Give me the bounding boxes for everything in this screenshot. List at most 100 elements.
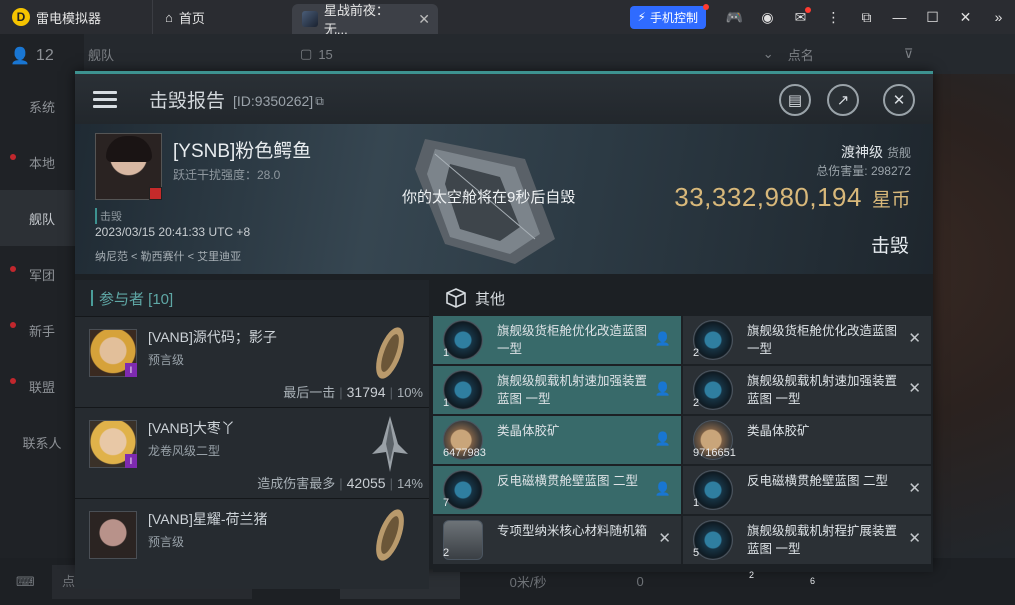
document-icon[interactable]: ▤: [779, 84, 811, 116]
report-id: [ID:9350262]: [233, 93, 314, 109]
avatar: Ⅰ: [89, 329, 137, 377]
sidebar-item-local[interactable]: 本地: [0, 134, 84, 190]
item-label: 反电磁横贯舱壁蓝图 二型: [747, 474, 888, 488]
destroyed-x-icon: ✕: [658, 530, 671, 547]
victim-portrait[interactable]: [95, 133, 162, 200]
share-icon[interactable]: ↗: [827, 84, 859, 116]
tab-game[interactable]: 星战前夜：无... ✕: [292, 3, 438, 37]
dropped-person-icon: 👤: [654, 481, 671, 496]
participant-name: [VANB]星耀-荷兰猪: [148, 511, 268, 527]
item-row[interactable]: 7 反电磁横贯舱壁蓝图 二型 👤: [433, 466, 681, 514]
item-row[interactable]: 9716651 类晶体胶矿: [683, 416, 931, 464]
item-row[interactable]: 6477983 类晶体胶矿 👤: [433, 416, 681, 464]
item-row[interactable]: 2 专项型纳米核心材料随机箱 ✕: [433, 516, 681, 564]
item-quantity: 6477983: [443, 447, 486, 459]
sidebar-item-rookie[interactable]: 新手: [0, 302, 84, 358]
expand-sidebar-icon[interactable]: »: [982, 9, 1015, 25]
participant-ship-icon: [372, 416, 408, 472]
cube-icon: [446, 288, 466, 308]
item-quantity: 9716651: [693, 447, 736, 459]
account-icon[interactable]: ◉: [751, 9, 784, 26]
avatar: Ⅰ: [89, 420, 137, 468]
item-label: 反电磁横贯舱壁蓝图 二型: [497, 474, 638, 488]
participant-row[interactable]: Ⅰ [VANB]源代码；影子 预言级 最后一击 | 31794 | 10%: [75, 316, 429, 407]
participant-stats: 造成伤害最多 | 42055 | 14%: [257, 475, 423, 491]
item-quantity: 5: [693, 547, 700, 559]
destroyed-x-icon: ✕: [908, 330, 921, 347]
sidebar-item-fleet[interactable]: 舰队: [0, 190, 84, 246]
sort-label[interactable]: 点名: [788, 45, 814, 64]
participant-ship: 龙卷风级二型: [148, 444, 221, 458]
destroyed-x-icon: ✕: [908, 380, 921, 397]
items-title: 其他: [475, 290, 506, 308]
item-quantity: 1: [693, 497, 700, 509]
kill-report-dialog: 击毁报告 [ID:9350262] ⧉ ▤ ↗ ✕ [YSNB]粉色鳄鱼 跃迁干…: [75, 71, 933, 589]
close-tab-icon[interactable]: ✕: [418, 11, 430, 28]
sidebar-item-system[interactable]: 系统: [0, 78, 84, 134]
sidebar-item-alliance[interactable]: 联盟: [0, 358, 84, 414]
tab-home-label: 首页: [178, 10, 205, 26]
kill-location[interactable]: 纳尼范 < 勒西赛什 < 艾里迪亚: [95, 248, 241, 264]
self-destruct-message: 你的太空舱将在9秒后自毁: [402, 189, 576, 206]
participants-panel: 参与者 [10] Ⅰ [VANB]源代码；影子 预言级 最后一击 | 31794 | 1…: [75, 280, 429, 589]
copy-icon[interactable]: ⧉: [315, 94, 324, 109]
participant-ship-icon: [376, 509, 404, 561]
fleet-count-icon: ▢: [300, 46, 313, 61]
phone-control-button[interactable]: ⚡ 手机控制: [629, 3, 709, 29]
item-quantity: 2: [443, 547, 450, 559]
channel-sidebar: 👤 12 系统 本地 舰队 军团 新手 联盟 联系人: [0, 34, 84, 605]
item-row[interactable]: 1 旗舰级舰载机射速加强装置蓝图 一型 👤: [433, 366, 681, 414]
items-panel: 其他 1 旗舰级货柜舱优化改造蓝图 一型 👤 2 旗舰级货柜舱优化改造蓝图 一型 ✕ 1 旗舰…: [433, 280, 933, 586]
warp-strength: 跃迁干扰强度：28.0: [173, 168, 281, 182]
restore-icon[interactable]: ⧉: [850, 9, 883, 26]
close-dialog-icon[interactable]: ✕: [883, 84, 915, 116]
victim-banner: [YSNB]粉色鳄鱼 跃迁干扰强度：28.0 击毁 2023/03/15 20:…: [75, 124, 933, 274]
maximize-icon[interactable]: ☐: [916, 9, 949, 26]
keyboard-icon[interactable]: ⌨: [16, 574, 35, 590]
item-row[interactable]: 5 旗舰级舰载机射程扩展装置蓝图 一型 ✕: [683, 516, 931, 564]
item-row[interactable]: 1 旗舰级货柜舱优化改造蓝图 一型 👤: [433, 316, 681, 364]
chevron-down-icon[interactable]: ⌄: [763, 46, 774, 62]
tab-home[interactable]: ⌂ 首页: [152, 0, 292, 34]
item-label: 类晶体胶矿: [497, 424, 560, 438]
result-label: 击毁: [870, 236, 909, 257]
isk-value: 33,332,980,194 星币: [674, 182, 911, 212]
app-logo: D 雷电模拟器: [0, 8, 152, 27]
sidebar-item-contacts[interactable]: 联系人: [0, 414, 84, 470]
participant-row[interactable]: Ⅰ [VANB]大枣丫 龙卷风级二型 造成伤害最多 | 42055 | 14%: [75, 407, 429, 498]
lightning-icon: ⚡: [637, 10, 646, 24]
item-label: 旗舰级货柜舱优化改造蓝图 一型: [497, 324, 648, 356]
items-header: 其他: [433, 280, 933, 316]
game-icon: [302, 11, 318, 27]
item-row[interactable]: 2 旗舰级舰载机射速加强装置蓝图 一型 ✕: [683, 366, 931, 414]
victim-name[interactable]: [YSNB]粉色鳄鱼: [173, 136, 311, 163]
item-quantity: 2: [693, 397, 700, 409]
participant-row[interactable]: [VANB]星耀-荷兰猪 预言级: [75, 498, 429, 589]
destroyed-x-icon: ✕: [908, 480, 921, 497]
minimize-icon[interactable]: —: [883, 9, 916, 25]
filter-icon[interactable]: ⊽: [904, 46, 914, 62]
menu-dots-icon[interactable]: ⋮: [817, 9, 850, 26]
kill-label: 击毁: [95, 208, 122, 224]
online-count-value: 12: [35, 47, 54, 64]
item-row[interactable]: 1 反电磁横贯舱壁蓝图 二型 ✕: [683, 466, 931, 514]
close-window-icon[interactable]: ✕: [949, 9, 982, 26]
sidebar-item-corp[interactable]: 军团: [0, 246, 84, 302]
speed-readout: 0米/秒: [509, 575, 547, 590]
fleet-topstrip: 舰队 ▢ 15 ⌄ 点名 ⊽: [84, 34, 1015, 74]
person-icon: 👤: [10, 48, 30, 65]
item-quantity: 7: [443, 497, 450, 509]
overlay-digit: 6: [810, 576, 816, 586]
item-row[interactable]: 2 旗舰级货柜舱优化改造蓝图 一型 ✕: [683, 316, 931, 364]
item-label: 类晶体胶矿: [747, 424, 810, 438]
hamburger-menu-icon[interactable]: [75, 74, 135, 124]
total-damage: 总伤害量: 298272: [816, 164, 911, 178]
participant-stats: 最后一击 | 31794 | 10%: [283, 384, 423, 400]
dropped-person-icon: 👤: [654, 381, 671, 396]
gamepad-icon[interactable]: 🎮: [718, 9, 751, 26]
kill-timestamp: 2023/03/15 20:41:33 UTC +8: [95, 225, 251, 239]
speed-zero: 0: [636, 574, 644, 589]
dropped-person-icon: 👤: [654, 331, 671, 346]
mail-icon[interactable]: ✉: [784, 6, 817, 26]
participant-ship: 预言级: [148, 353, 185, 367]
